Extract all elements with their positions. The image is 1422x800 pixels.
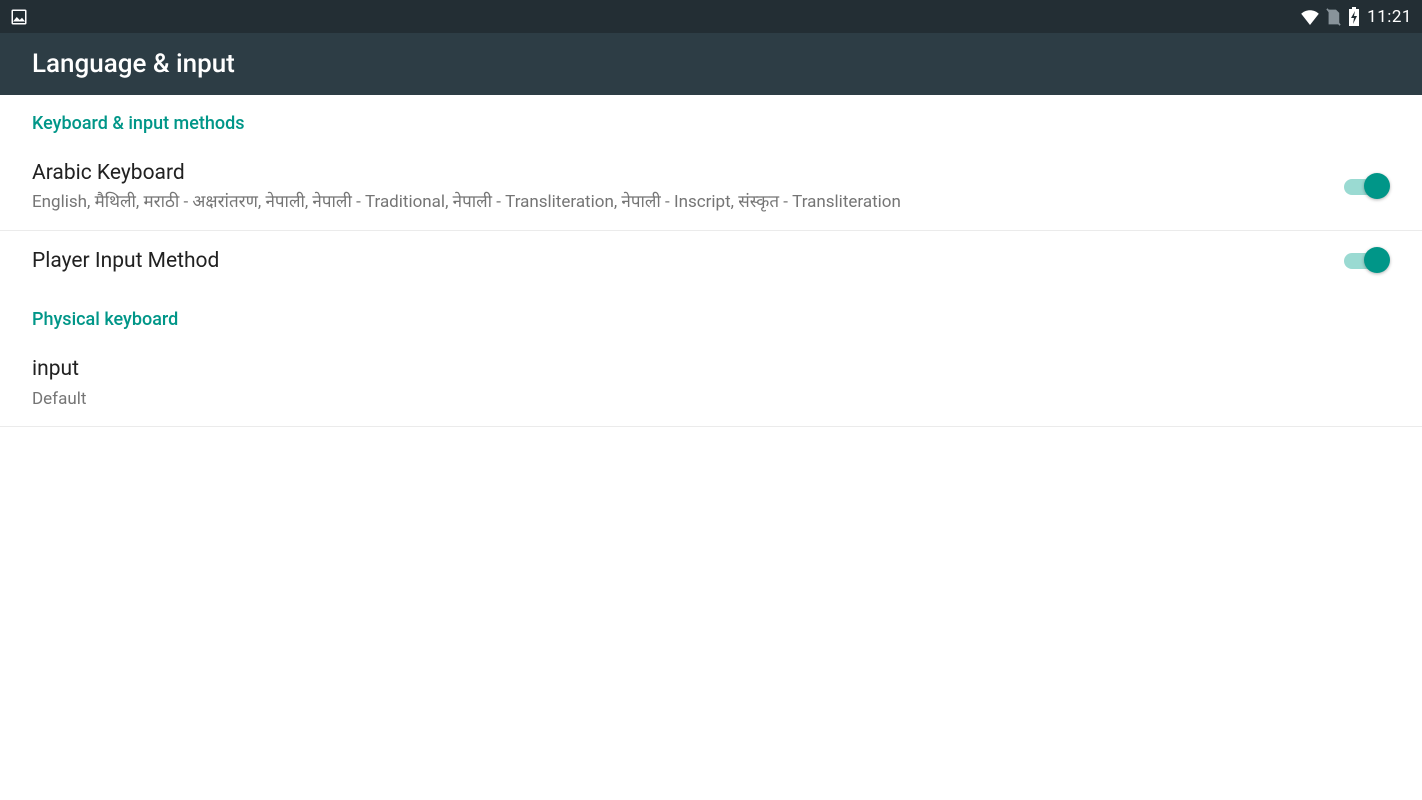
battery-charging-icon [1347, 7, 1361, 27]
page-title: Language & input [32, 49, 235, 79]
list-item-title: Player Input Method [32, 248, 1328, 275]
status-right: 11:21 [1300, 7, 1412, 27]
content: Keyboard & input methods Arabic Keyboard… [0, 95, 1422, 427]
list-item-subtitle: English, मैथिली, मराठी - अक्षरांतरण, नेप… [32, 191, 1328, 214]
app-bar: Language & input [0, 33, 1422, 95]
list-item-input[interactable]: input Default [0, 340, 1422, 427]
section-header-physical-keyboard: Physical keyboard [0, 291, 1422, 340]
switch-thumb [1364, 173, 1390, 199]
status-bar: 11:21 [0, 0, 1422, 33]
no-sim-icon [1326, 8, 1341, 26]
list-item-arabic-keyboard[interactable]: Arabic Keyboard English, मैथिली, मराठी -… [0, 144, 1422, 231]
list-item-subtitle: Default [32, 388, 1390, 411]
list-item-body: Player Input Method [32, 248, 1328, 275]
status-time: 11:21 [1367, 7, 1412, 27]
section-header-keyboard-input-methods: Keyboard & input methods [0, 95, 1422, 144]
switch-player-input-method[interactable] [1344, 247, 1390, 275]
switch-arabic-keyboard[interactable] [1344, 173, 1390, 201]
status-left [10, 8, 28, 26]
list-item-body: Arabic Keyboard English, मैथिली, मराठी -… [32, 160, 1328, 214]
wifi-icon [1300, 9, 1320, 25]
list-item-player-input-method[interactable]: Player Input Method [0, 231, 1422, 291]
picture-icon [10, 8, 28, 26]
list-item-title: input [32, 356, 1390, 383]
switch-thumb [1364, 247, 1390, 273]
list-item-body: input Default [32, 356, 1390, 410]
list-item-title: Arabic Keyboard [32, 160, 1328, 187]
